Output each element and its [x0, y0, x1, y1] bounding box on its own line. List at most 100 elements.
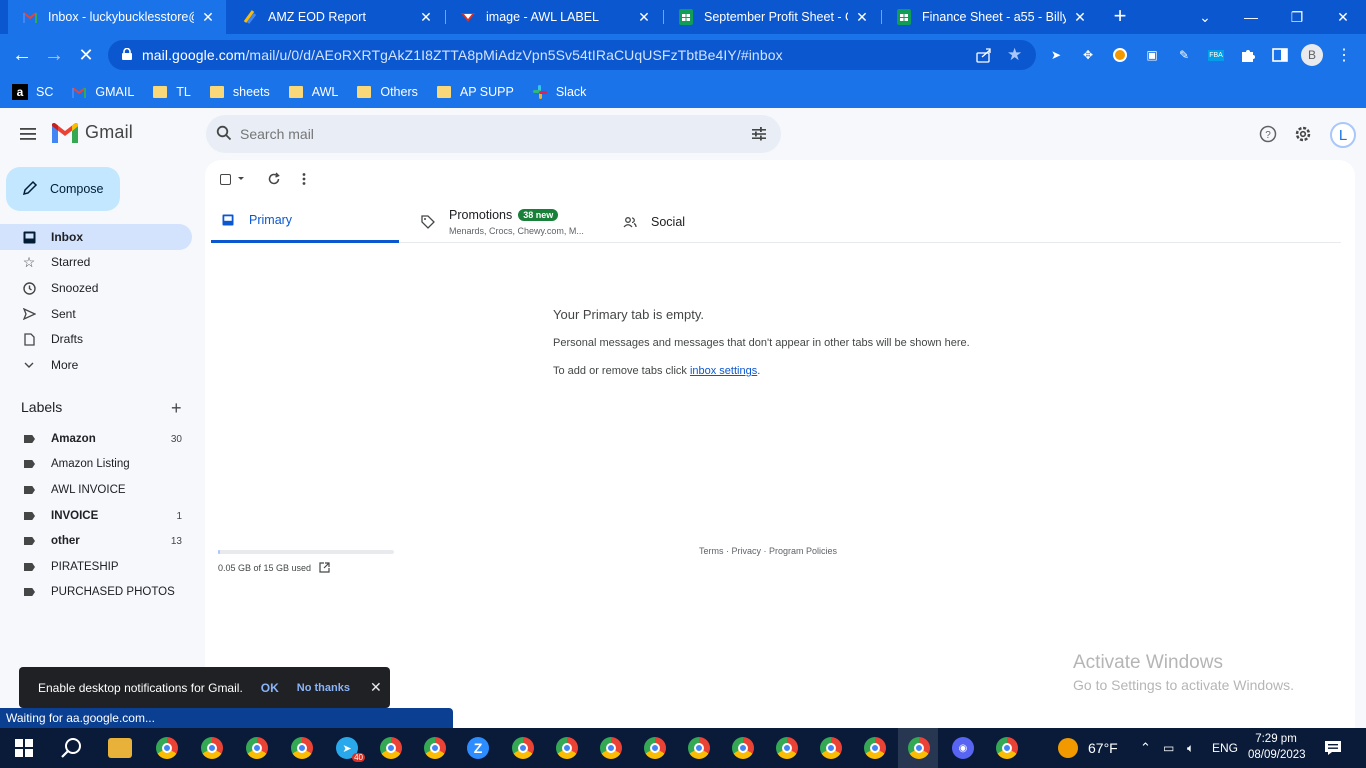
bookmark-sc[interactable]: a SC: [12, 84, 53, 100]
sidebar-item-starred[interactable]: ☆ Starred: [0, 249, 192, 275]
label-item[interactable]: Amazon 30: [0, 427, 192, 451]
bookmark-others[interactable]: Others: [356, 84, 418, 100]
sidebar-item-sent[interactable]: Sent: [0, 301, 192, 327]
chrome-icon[interactable]: [155, 736, 179, 760]
label-item[interactable]: Amazon Listing: [0, 452, 192, 476]
extension-camera-icon[interactable]: ▣: [1143, 46, 1161, 64]
language-indicator[interactable]: ENG: [1212, 728, 1238, 768]
snackbar-no-thanks-button[interactable]: No thanks: [297, 682, 350, 694]
search-icon[interactable]: [216, 125, 232, 144]
tab-close-icon[interactable]: ✕: [200, 9, 216, 26]
tab-promotions[interactable]: Promotions 38 new Menards, Crocs, Chewy.…: [421, 200, 584, 243]
sidebar-item-more[interactable]: More: [0, 352, 192, 378]
bookmark-sheets[interactable]: sheets: [209, 84, 270, 100]
browser-tab-september-profit[interactable]: September Profit Sheet - Goo ✕: [664, 0, 880, 34]
show-hidden-icons-chevron-icon[interactable]: ⌃: [1140, 728, 1151, 768]
windows-start-icon[interactable]: [12, 736, 36, 760]
browser-tab-awl-label[interactable]: image - AWL LABEL ✕: [446, 0, 662, 34]
label-item[interactable]: AWL INVOICE: [0, 478, 192, 502]
chrome-icon[interactable]: [687, 736, 711, 760]
add-label-icon[interactable]: +: [171, 398, 182, 419]
taskbar-folder-app-icon[interactable]: [108, 736, 132, 760]
restore-button[interactable]: ❐: [1274, 0, 1320, 34]
main-menu-icon[interactable]: [18, 124, 38, 144]
label-item[interactable]: PURCHASED PHOTOS: [0, 580, 192, 604]
extension-orange-icon[interactable]: [1111, 46, 1129, 64]
bookmark-gmail[interactable]: GMAIL: [71, 84, 134, 100]
sidebar-item-snoozed[interactable]: Snoozed: [0, 275, 192, 301]
chrome-icon[interactable]: [643, 736, 667, 760]
chrome-icon[interactable]: [200, 736, 224, 760]
chrome-icon[interactable]: [423, 736, 447, 760]
label-item[interactable]: INVOICE 1: [0, 504, 192, 528]
chrome-icon[interactable]: [511, 736, 535, 760]
taskbar-search-icon[interactable]: [60, 736, 84, 760]
extension-fba-icon[interactable]: FBA: [1207, 46, 1225, 64]
back-arrow-icon[interactable]: ←: [9, 42, 35, 68]
open-external-icon[interactable]: [319, 562, 330, 573]
address-bar[interactable]: mail.google.com/mail/u/0/d/AEoRXRTgAkZ1I…: [108, 40, 1036, 70]
extension-arrow-icon[interactable]: ➤: [1047, 46, 1065, 64]
tab-search-icon[interactable]: ⌄: [1182, 0, 1228, 34]
browser-tab-finance-sheet[interactable]: Finance Sheet - a55 - Billy Bu ✕: [882, 0, 1098, 34]
snackbar-ok-button[interactable]: OK: [261, 681, 279, 695]
volume-icon[interactable]: 🔈︎: [1187, 728, 1194, 768]
refresh-icon[interactable]: [267, 171, 281, 187]
chrome-icon[interactable]: [379, 736, 403, 760]
search-input[interactable]: [240, 126, 720, 142]
extensions-puzzle-icon[interactable]: [1239, 46, 1257, 64]
search-bar[interactable]: [206, 115, 781, 153]
chrome-icon[interactable]: [819, 736, 843, 760]
bookmark-awl[interactable]: AWL: [288, 84, 338, 100]
chrome-icon[interactable]: [245, 736, 269, 760]
discord-icon[interactable]: ◉: [951, 736, 975, 760]
chrome-icon[interactable]: [731, 736, 755, 760]
bookmark-star-icon[interactable]: ★: [1007, 45, 1022, 65]
share-icon[interactable]: [976, 47, 992, 66]
tab-close-icon[interactable]: ✕: [636, 9, 652, 26]
bookmark-tl[interactable]: TL: [152, 84, 191, 100]
compose-button[interactable]: Compose: [6, 167, 120, 211]
label-item[interactable]: PIRATESHIP: [0, 555, 192, 579]
stop-loading-icon[interactable]: ✕: [73, 42, 99, 68]
gmail-logo[interactable]: Gmail: [52, 122, 133, 143]
tab-close-icon[interactable]: ✕: [854, 9, 870, 26]
chrome-icon[interactable]: [555, 736, 579, 760]
telegram-icon[interactable]: ➤ 40: [335, 736, 365, 762]
minimize-button[interactable]: —: [1228, 0, 1274, 34]
chrome-icon[interactable]: [863, 736, 887, 760]
label-item[interactable]: other 13: [0, 529, 192, 553]
extension-puzzle-small-icon[interactable]: ✥: [1079, 46, 1097, 64]
zoom-icon[interactable]: Z: [466, 736, 490, 760]
tab-close-icon[interactable]: ✕: [418, 9, 434, 26]
new-tab-button[interactable]: +: [1109, 5, 1131, 28]
storage-usage[interactable]: 0.05 GB of 15 GB used: [218, 562, 330, 573]
side-panel-icon[interactable]: [1271, 46, 1289, 64]
bookmark-slack[interactable]: Slack: [532, 84, 586, 100]
browser-menu-icon[interactable]: ⋮: [1335, 46, 1353, 64]
chrome-icon[interactable]: [290, 736, 314, 760]
help-icon[interactable]: ?: [1258, 124, 1278, 144]
chrome-icon[interactable]: [599, 736, 623, 760]
extension-eyedropper-icon[interactable]: ✎: [1175, 46, 1193, 64]
inbox-settings-link[interactable]: inbox settings: [690, 365, 757, 377]
browser-tab-amz-eod[interactable]: AMZ EOD Report ✕: [228, 0, 444, 34]
select-all-checkbox[interactable]: [220, 171, 246, 187]
chrome-icon[interactable]: [775, 736, 799, 760]
profile-avatar[interactable]: B: [1301, 44, 1323, 66]
close-window-button[interactable]: ✕: [1320, 0, 1366, 34]
system-clock[interactable]: 7:29 pm 08/09/2023: [1248, 731, 1306, 763]
settings-gear-icon[interactable]: [1293, 124, 1313, 144]
footer-links[interactable]: Terms · Privacy · Program Policies: [699, 546, 837, 556]
tab-close-icon[interactable]: ✕: [1072, 9, 1088, 26]
bookmark-ap-supp[interactable]: AP SUPP: [436, 84, 514, 100]
close-icon[interactable]: ✕: [370, 679, 382, 696]
weather-widget[interactable]: 67°F: [1058, 728, 1118, 768]
tab-social[interactable]: Social: [623, 200, 685, 243]
forward-arrow-icon[interactable]: →: [41, 42, 67, 68]
chrome-icon[interactable]: [995, 736, 1019, 760]
sidebar-item-drafts[interactable]: Drafts: [0, 326, 192, 352]
sidebar-item-inbox[interactable]: Inbox: [0, 224, 192, 250]
notification-center-icon[interactable]: [1324, 728, 1342, 768]
browser-tab-inbox[interactable]: Inbox - luckybucklesstore@g ✕: [8, 0, 226, 34]
